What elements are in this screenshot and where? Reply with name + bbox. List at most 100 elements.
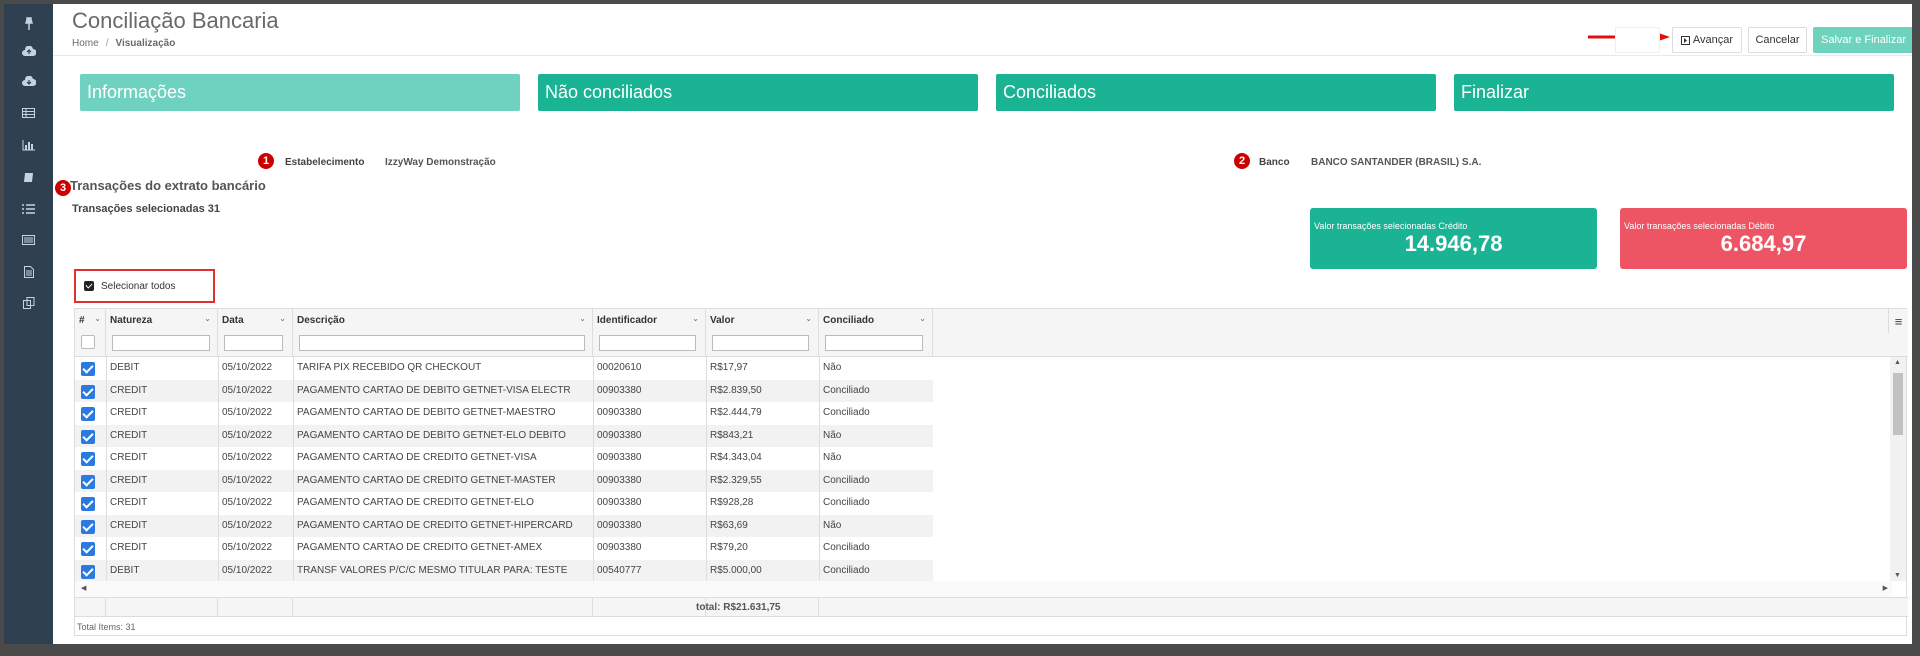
step-finalizar[interactable]: Finalizar: [1454, 74, 1894, 111]
filter-identificador-input[interactable]: [599, 335, 696, 351]
chevron-down-icon[interactable]: ⌄: [919, 314, 926, 323]
cell-conciliado: Conciliado: [823, 474, 870, 486]
table-row[interactable]: CREDIT 05/10/2022 PAGAMENTO CARTAO DE CR…: [75, 537, 933, 560]
table-icon[interactable]: [4, 102, 53, 124]
cell-conciliado: Não: [823, 452, 842, 463]
table-row[interactable]: CREDIT 05/10/2022 PAGAMENTO CARTAO DE CR…: [75, 447, 933, 470]
cancelar-button[interactable]: Cancelar: [1748, 27, 1807, 53]
cell-data: 05/10/2022: [222, 474, 273, 486]
scroll-thumb[interactable]: [1893, 373, 1903, 435]
total-items: Total Items: 31: [77, 622, 136, 632]
cell-natureza: CREDIT: [110, 497, 148, 508]
scroll-down-icon[interactable]: ▼: [1894, 572, 1901, 579]
grid-menu-icon[interactable]: ≡: [1888, 309, 1908, 333]
cell-valor: R$79,20: [710, 542, 748, 553]
cloud-download-icon[interactable]: [4, 70, 53, 92]
filter-conciliado-input[interactable]: [825, 335, 923, 351]
chevron-down-icon[interactable]: ⌄: [692, 314, 699, 323]
filter-natureza-input[interactable]: [112, 335, 210, 351]
vertical-scrollbar[interactable]: ▲ ▼: [1890, 357, 1906, 581]
table-row[interactable]: DEBIT 05/10/2022 TRANSF VALORES P/C/C ME…: [75, 559, 933, 582]
col-header-descricao[interactable]: Descrição ⌄: [293, 309, 593, 357]
col-header-identificador[interactable]: Identificador ⌄: [593, 309, 706, 357]
col-divider: [593, 357, 594, 589]
breadcrumb-home[interactable]: Home: [72, 38, 99, 49]
row-checkbox[interactable]: [81, 407, 95, 421]
row-checkbox[interactable]: [81, 452, 95, 466]
select-all-label: Selecionar todos: [101, 280, 176, 292]
col-header-natureza[interactable]: Natureza ⌄: [106, 309, 218, 357]
step-informacoes[interactable]: Informações: [80, 74, 520, 111]
col-header-conciliado-label: Conciliado: [823, 315, 875, 326]
cell-data: 05/10/2022: [222, 384, 273, 396]
step-nao-conciliados[interactable]: Não conciliados: [538, 74, 978, 111]
grid-header: # ⌄ Natureza ⌄ Data ⌄ Descrição ⌄ Identi…: [75, 309, 1908, 357]
kpi-credit: Valor transações selecionadas Crédito 14…: [1310, 208, 1597, 269]
scroll-right-icon[interactable]: ▶: [1883, 584, 1888, 592]
forward-icon: [1680, 35, 1690, 45]
cell-descricao: PAGAMENTO CARTAO DE CREDITO GETNET-HIPER…: [297, 519, 573, 531]
page-header: Conciliação Bancaria Home / Visualização A…: [53, 4, 1912, 56]
footer-total: total: R$21.631,75: [696, 602, 781, 613]
header-checkbox[interactable]: [81, 335, 95, 349]
row-checkbox[interactable]: [81, 519, 95, 534]
book-icon[interactable]: [4, 166, 53, 188]
select-all-button[interactable]: Selecionar todos: [74, 269, 215, 303]
col-header-conciliado[interactable]: Conciliado ⌄: [819, 309, 933, 357]
col-header-select[interactable]: # ⌄: [75, 309, 106, 357]
pin-icon[interactable]: [4, 13, 53, 35]
scroll-left-icon[interactable]: ◀: [81, 584, 86, 592]
chevron-down-icon[interactable]: ⌄: [805, 314, 812, 323]
table-row[interactable]: CREDIT 05/10/2022 PAGAMENTO CARTAO DE CR…: [75, 514, 933, 537]
section-title: Transações do extrato bancário: [70, 178, 266, 193]
blank-button[interactable]: [1615, 27, 1660, 53]
table-row[interactable]: DEBIT 05/10/2022 TARIFA PIX RECEBIDO QR …: [75, 357, 933, 380]
document-icon[interactable]: [4, 261, 53, 283]
col-divider: [819, 357, 820, 589]
filter-valor-input[interactable]: [712, 335, 809, 351]
col-header-valor[interactable]: Valor ⌄: [706, 309, 819, 357]
select-all-checkbox[interactable]: [84, 281, 94, 291]
cell-identificador: 00903380: [597, 407, 642, 418]
table-row[interactable]: CREDIT 05/10/2022 PAGAMENTO CARTAO DE DE…: [75, 402, 933, 425]
cell-data: 05/10/2022: [222, 429, 273, 441]
cloud-upload-icon[interactable]: [4, 40, 53, 62]
chevron-down-icon[interactable]: ⌄: [279, 314, 286, 323]
cell-data: 05/10/2022: [222, 407, 273, 418]
avancar-button[interactable]: Avançar: [1672, 27, 1742, 53]
avancar-label: Avançar: [1692, 34, 1734, 46]
cell-valor: R$2.839,50: [710, 384, 762, 396]
chevron-down-icon[interactable]: ⌄: [204, 314, 211, 323]
row-checkbox[interactable]: [81, 384, 95, 399]
copy-icon[interactable]: [4, 292, 53, 314]
list-alt-icon[interactable]: [4, 229, 53, 251]
breadcrumb: Home / Visualização: [72, 38, 176, 49]
row-checkbox[interactable]: [81, 429, 95, 444]
app-frame: Conciliação Bancaria Home / Visualização A…: [4, 4, 1912, 644]
row-checkbox[interactable]: [81, 497, 95, 511]
table-row[interactable]: CREDIT 05/10/2022 PAGAMENTO CARTAO DE DE…: [75, 379, 933, 402]
salvar-finalizar-button[interactable]: Salvar e Finalizar: [1813, 27, 1912, 53]
filter-descricao-input[interactable]: [299, 335, 585, 351]
estabelecimento-label: Estabelecimento: [285, 157, 365, 168]
col-header-data[interactable]: Data ⌄: [218, 309, 293, 357]
table-row[interactable]: CREDIT 05/10/2022 PAGAMENTO CARTAO DE CR…: [75, 492, 933, 515]
footer-cell: [218, 598, 293, 617]
row-checkbox[interactable]: [81, 474, 95, 489]
sort-icon[interactable]: ⌄: [94, 314, 101, 323]
cell-conciliado: Não: [823, 362, 842, 373]
table-row[interactable]: CREDIT 05/10/2022 PAGAMENTO CARTAO DE DE…: [75, 424, 933, 447]
bar-chart-icon[interactable]: [4, 134, 53, 156]
scroll-up-icon[interactable]: ▲: [1894, 359, 1901, 366]
row-checkbox[interactable]: [81, 362, 95, 376]
step-conciliados[interactable]: Conciliados: [996, 74, 1436, 111]
horizontal-scrollbar[interactable]: ◀ ▶: [75, 581, 1892, 597]
filter-data-input[interactable]: [224, 335, 283, 351]
row-checkbox[interactable]: [81, 564, 95, 579]
cell-natureza: CREDIT: [110, 474, 148, 486]
table-row[interactable]: CREDIT 05/10/2022 PAGAMENTO CARTAO DE CR…: [75, 469, 933, 492]
list-icon[interactable]: [4, 198, 53, 220]
chevron-down-icon[interactable]: ⌄: [579, 314, 586, 323]
col-divider: [293, 357, 294, 589]
row-checkbox[interactable]: [81, 542, 95, 556]
